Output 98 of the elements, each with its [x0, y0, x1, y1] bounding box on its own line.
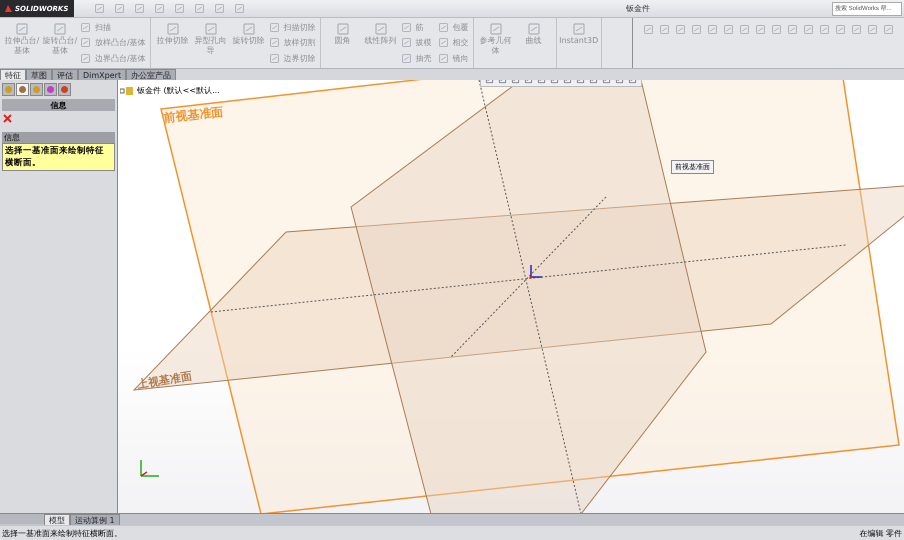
command-tab[interactable]: DimXpert	[78, 69, 126, 80]
feature-tree-icon	[120, 86, 134, 96]
toolbar-icon	[114, 3, 125, 14]
window-title: 钣金件	[625, 3, 651, 14]
feature-icon	[572, 22, 586, 36]
feature-icon	[400, 52, 412, 64]
toolbar-icon	[134, 3, 145, 14]
feature-icon	[336, 22, 350, 36]
circle-icon	[4, 85, 13, 94]
feature-icon	[438, 37, 449, 48]
view-tool-icon	[707, 24, 718, 35]
feature-icon	[204, 22, 218, 36]
panel-header: 信息	[2, 99, 115, 111]
view-tool-icon	[771, 24, 782, 35]
ribbon-button[interactable]: 拉伸切除	[154, 20, 191, 66]
bottom-tab[interactable]: 模型	[44, 514, 70, 525]
command-tab[interactable]: 草图	[26, 69, 52, 80]
view-tool-icon	[723, 24, 734, 35]
view-tool-icon	[739, 24, 750, 35]
feature-icon	[438, 22, 449, 34]
circle-icon	[46, 85, 55, 94]
ribbon-button[interactable]: 拉伸凸台/基体	[4, 20, 40, 66]
ribbon-button[interactable]: 线性阵列	[362, 20, 399, 66]
ribbon-button[interactable]: Instant3D	[560, 20, 597, 66]
feature-icon	[438, 52, 449, 64]
ribbon-button[interactable]: 旋转凸台/基体	[42, 20, 78, 66]
feature-icon	[242, 22, 256, 36]
panel-tab[interactable]	[44, 83, 57, 96]
feature-icon	[80, 37, 91, 48]
feature-icon	[15, 22, 29, 36]
ribbon-button[interactable]: 相交	[438, 35, 469, 51]
view-tool-icon	[883, 24, 894, 35]
feature-icon	[166, 22, 180, 36]
view-tool-icon	[803, 24, 814, 35]
feature-icon	[80, 52, 91, 64]
ribbon-button[interactable]: 圆角	[324, 20, 361, 66]
ribbon-button[interactable]: 放样凸台/基体	[80, 35, 146, 51]
ribbon-button[interactable]: 扫描	[80, 20, 146, 36]
origin-icon	[530, 264, 543, 278]
ribbon-button[interactable]: 参考几何体	[478, 20, 514, 66]
panel-tab[interactable]	[16, 83, 29, 96]
view-tool-icon	[787, 24, 798, 35]
logo-icon	[4, 4, 13, 13]
view-tool-icon	[643, 24, 654, 35]
message-text: 选择一基准面来绘制特征横断面。	[2, 143, 115, 171]
panel-tab[interactable]	[2, 83, 15, 96]
ribbon-button[interactable]: 边界切除	[268, 50, 316, 66]
plane-label: 上视基准面	[136, 370, 193, 391]
ribbon-button[interactable]: 放样切割	[268, 35, 316, 51]
ribbon-button[interactable]: 拔模	[400, 35, 432, 51]
toolbar-icon	[174, 3, 185, 14]
view-tool-icon	[755, 24, 766, 35]
command-tab[interactable]: 特征	[0, 69, 26, 80]
ribbon-button[interactable]: 抽壳	[400, 50, 432, 66]
panel-tab[interactable]	[58, 83, 71, 96]
view-tool-icon	[675, 24, 686, 35]
view-tool-icon	[659, 24, 670, 35]
section-header: 信息	[2, 132, 115, 143]
view-tool-icon	[851, 24, 862, 35]
circle-icon	[32, 85, 41, 94]
ribbon-button[interactable]: 曲线	[516, 20, 552, 66]
ribbon-button[interactable]: 包覆	[438, 20, 469, 36]
cancel-icon[interactable]	[3, 114, 12, 123]
feature-icon	[53, 22, 67, 36]
view-tool-icon	[819, 24, 830, 35]
circle-icon	[60, 85, 69, 94]
feature-icon	[374, 22, 388, 36]
command-tab[interactable]: 办公室产品	[126, 69, 176, 80]
panel-tab[interactable]	[30, 83, 43, 96]
status-text: 在编辑 零件	[859, 528, 902, 538]
circle-icon	[18, 85, 27, 94]
ribbon-button[interactable]: 旋转切除	[230, 20, 267, 66]
view-tool-icon	[867, 24, 878, 35]
plane-label: 前视基准面	[162, 104, 224, 125]
feature-icon	[268, 37, 280, 48]
toolbar-icon	[214, 3, 225, 14]
feature-icon	[526, 22, 541, 36]
toolbar-icon	[234, 3, 245, 14]
toolbar-icon	[154, 3, 165, 14]
view-tool-icon	[691, 24, 702, 35]
feature-icon	[400, 37, 412, 48]
feature-icon	[268, 22, 280, 34]
feature-icon	[80, 22, 91, 34]
ribbon-button[interactable]: 镜向	[438, 50, 469, 66]
bottom-tab[interactable]: 运动算例 1	[70, 514, 120, 525]
toolbar-icon	[194, 3, 205, 14]
ribbon-button[interactable]: 扫描切除	[268, 20, 316, 36]
status-text: 选择一基准面来绘制特征横断面。	[2, 528, 122, 538]
feature-icon	[400, 22, 412, 34]
ribbon-button[interactable]: 异型孔向导	[192, 20, 229, 66]
tree-item[interactable]: 钣金件 (默认<<默认...	[137, 85, 220, 96]
ribbon-button[interactable]: 边界凸台/基体	[80, 50, 146, 66]
feature-icon	[488, 22, 503, 36]
command-tab[interactable]: 评估	[52, 69, 78, 80]
toolbar-icon	[94, 3, 105, 14]
feature-icon	[268, 52, 280, 64]
view-tool-icon	[835, 24, 846, 35]
ribbon-button[interactable]: 筋	[400, 20, 432, 36]
